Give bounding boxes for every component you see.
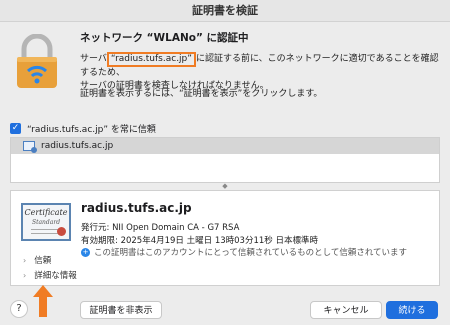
show-cert-hint: 証明書を表示するには、“証明書を表示”をクリックします。 [80, 89, 323, 99]
trust-status: + この証明書はこのアカウントにとって信頼されているものとして信頼されています [81, 246, 407, 258]
splitter-handle[interactable]: ◆ [10, 183, 440, 190]
hide-certificate-button[interactable]: 証明書を非表示 [80, 301, 162, 319]
list-item-label: radius.tufs.ac.jp [41, 141, 114, 151]
disclosure-details[interactable]: › 詳細な情報 [23, 269, 77, 282]
certificate-common-name: radius.tufs.ac.jp [81, 201, 192, 215]
trust-status-text: この証明書はこのアカウントにとって信頼されているものとして信頼されています [94, 248, 408, 258]
always-trust-row[interactable]: ✓ “radius.tufs.ac.jp” を常に信頼 [10, 122, 156, 135]
continue-button[interactable]: 続ける [386, 301, 438, 319]
help-button[interactable]: ? [10, 300, 28, 318]
certificate-detail: Certificate Standard radius.tufs.ac.jp 発… [10, 190, 440, 286]
certificate-expiry: 有効期限: 2025年4月19日 土曜日 13時03分11秒 日本標準時 [81, 236, 318, 246]
desc-prefix: サーバ [80, 54, 107, 64]
certificate-icon [23, 141, 37, 153]
server-name-highlight: “radius.tufs.ac.jp” [106, 52, 196, 67]
window-title: 証明書を検証 [0, 0, 450, 22]
lock-wifi-icon [17, 34, 57, 88]
chevron-right-icon: › [23, 255, 27, 265]
always-trust-label: “radius.tufs.ac.jp” を常に信頼 [27, 125, 156, 135]
plus-icon: + [81, 247, 90, 257]
thumbnail-subtitle: Standard [31, 219, 61, 226]
disclosure-label: 詳細な情報 [34, 271, 77, 281]
thumbnail-title: Certificate [24, 208, 68, 217]
cancel-button[interactable]: キャンセル [310, 301, 382, 319]
list-item[interactable]: radius.tufs.ac.jp [11, 138, 439, 154]
always-trust-checkbox[interactable]: ✓ [10, 123, 21, 134]
certificate-list: radius.tufs.ac.jp [10, 137, 440, 183]
up-arrow-icon [33, 285, 53, 317]
certificate-issuer: 発行元: NII Open Domain CA - G7 RSA [81, 223, 240, 233]
chevron-right-icon: › [23, 270, 27, 280]
certificate-thumbnail-icon: Certificate Standard [21, 203, 71, 241]
disclosure-label: 信頼 [34, 256, 52, 266]
disclosure-trust[interactable]: › 信頼 [23, 254, 52, 267]
dialog-heading: ネットワーク “WLANo” に認証中 [80, 32, 249, 44]
